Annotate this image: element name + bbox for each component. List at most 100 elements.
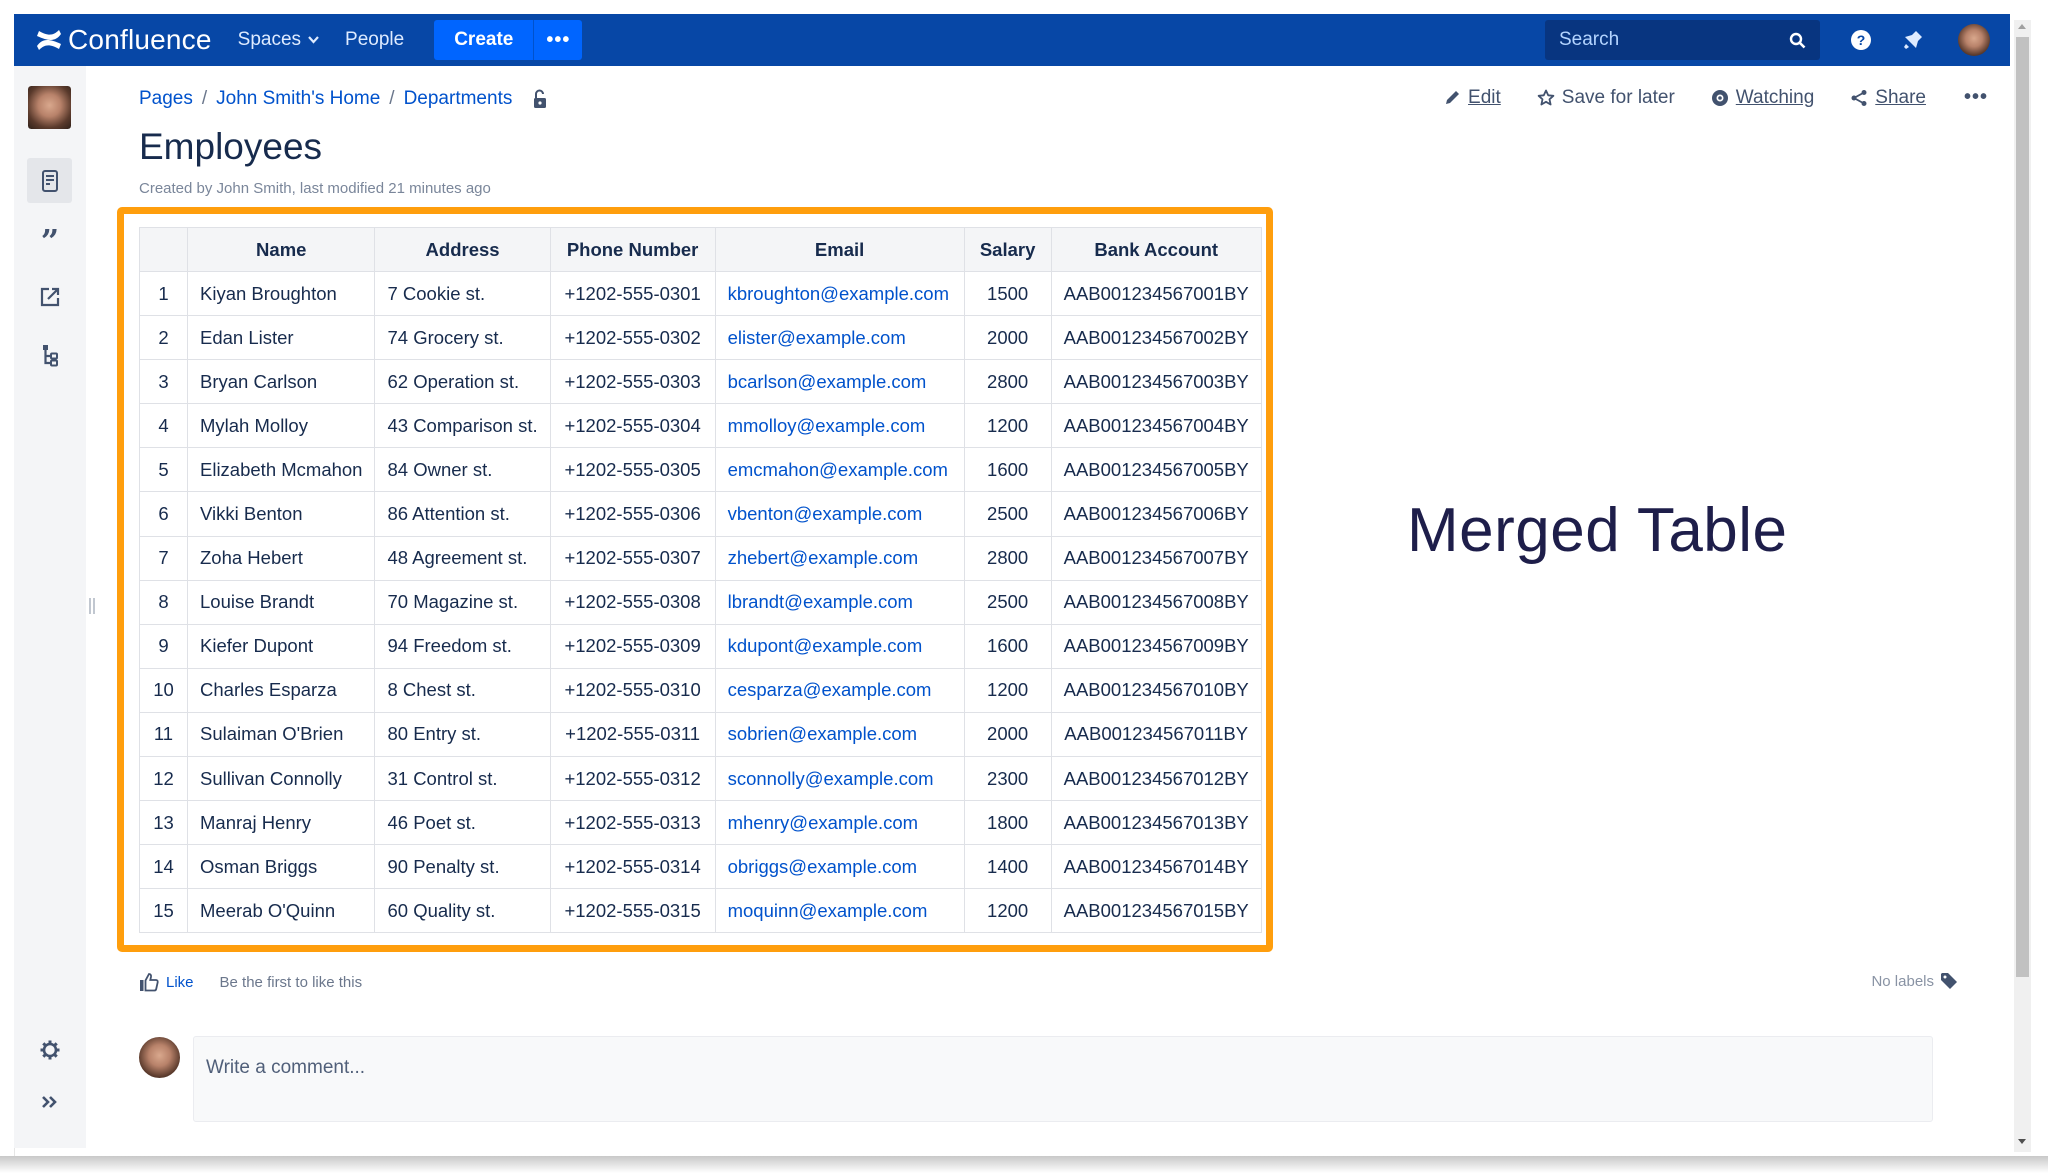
employee-address-cell: 94 Freedom st.	[374, 623, 551, 669]
sidebar-item-shortcuts[interactable]	[27, 274, 72, 319]
employee-phone-cell: +1202-555-0314	[549, 844, 716, 890]
scroll-up-arrow-icon[interactable]	[2018, 24, 2026, 29]
like-button[interactable]: Like	[139, 972, 194, 992]
email-link[interactable]: sconnolly@example.com	[728, 768, 934, 789]
employee-address-cell: 62 Operation st.	[374, 359, 551, 405]
table-row: 1 Kiyan Broughton 7 Cookie st. +1202-555-03…	[139, 270, 1262, 317]
column-header-name[interactable]: Name	[186, 227, 376, 272]
table-row: 7 Zoha Hebert 48 Agreement st. +1202-555-03…	[139, 535, 1262, 581]
share-icon	[1851, 89, 1867, 106]
employee-name-cell: Sullivan Connolly	[186, 756, 376, 802]
employee-bank-account-cell: AAB001234567013BY	[1050, 800, 1262, 846]
tag-icon[interactable]	[1940, 972, 1958, 990]
employee-salary-cell: 1200	[963, 667, 1052, 713]
employee-email-cell: mhenry@example.com	[714, 800, 965, 846]
column-header-email[interactable]: Email	[714, 227, 965, 272]
employee-name-cell: Sulaiman O'Brien	[186, 711, 376, 758]
space-settings-button[interactable]	[27, 1030, 72, 1070]
sidebar-item-blog[interactable]: ”	[27, 216, 72, 261]
employee-bank-account-cell: AAB001234567005BY	[1050, 447, 1262, 493]
table-header-row: Name Address Phone Number Email Salary B…	[139, 227, 1262, 272]
email-link[interactable]: cesparza@example.com	[728, 679, 932, 700]
gear-icon	[40, 1040, 59, 1060]
share-label: Share	[1875, 86, 1926, 108]
breadcrumb-home[interactable]: John Smith's Home	[216, 88, 380, 110]
share-button[interactable]: Share	[1850, 87, 1926, 109]
scroll-thumb[interactable]	[2016, 37, 2029, 977]
employee-bank-account-cell: AAB001234567001BY	[1050, 270, 1262, 317]
employee-name-cell: Edan Lister	[186, 315, 376, 361]
like-row: Like Be the first to like this	[139, 972, 362, 992]
sidebar-item-page-tree[interactable]	[27, 332, 72, 377]
user-avatar[interactable]	[1958, 24, 1990, 56]
employee-salary-cell: 1200	[963, 403, 1052, 449]
email-link[interactable]: bcarlson@example.com	[728, 371, 927, 392]
email-link[interactable]: mhenry@example.com	[728, 812, 918, 833]
email-link[interactable]: sobrien@example.com	[728, 723, 917, 744]
email-link[interactable]: vbenton@example.com	[728, 503, 923, 524]
column-header-phone[interactable]: Phone Number	[549, 227, 716, 272]
employee-name-cell: Louise Brandt	[186, 579, 376, 625]
email-link[interactable]: kbroughton@example.com	[728, 283, 949, 304]
chevron-down-icon	[308, 36, 319, 44]
help-icon[interactable]: ?	[1850, 29, 1872, 51]
breadcrumb-separator: /	[389, 88, 395, 109]
employee-salary-cell: 1600	[963, 447, 1052, 493]
sidebar-item-pages[interactable]	[27, 158, 72, 203]
confluence-logo-icon	[37, 30, 61, 50]
confluence-logo[interactable]: Confluence	[36, 24, 212, 56]
save-for-later-button[interactable]: Save for later	[1537, 87, 1675, 109]
email-link[interactable]: moquinn@example.com	[728, 900, 928, 921]
expand-sidebar-button[interactable]	[27, 1082, 72, 1122]
employee-phone-cell: +1202-555-0303	[549, 359, 716, 405]
employee-salary-cell: 2000	[963, 315, 1052, 361]
watching-button[interactable]: Watching	[1711, 87, 1814, 109]
email-link[interactable]: kdupont@example.com	[728, 635, 923, 656]
create-more-button[interactable]: •••	[534, 20, 583, 60]
scroll-down-arrow-icon[interactable]	[2018, 1139, 2026, 1144]
employee-address-cell: 60 Quality st.	[374, 888, 551, 934]
employee-salary-cell: 2500	[963, 491, 1052, 537]
sidebar-resize-handle[interactable]	[89, 598, 95, 614]
unlock-icon[interactable]	[532, 89, 548, 109]
column-header-address[interactable]: Address	[374, 227, 551, 272]
page-scrollbar[interactable]	[2014, 20, 2031, 1152]
column-header-salary[interactable]: Salary	[963, 227, 1052, 272]
comment-input[interactable]: Write a comment...	[193, 1036, 1933, 1122]
employee-name-cell: Meerab O'Quinn	[186, 888, 376, 934]
email-link[interactable]: emcmahon@example.com	[728, 459, 948, 480]
employee-phone-cell: +1202-555-0301	[549, 270, 716, 317]
edit-button[interactable]: Edit	[1443, 87, 1501, 109]
row-number-cell: 12	[139, 756, 188, 802]
employee-name-cell: Bryan Carlson	[186, 359, 376, 405]
breadcrumb-departments[interactable]: Departments	[404, 88, 513, 110]
email-link[interactable]: lbrandt@example.com	[728, 591, 913, 612]
table-row: 2 Edan Lister 74 Grocery st. +1202-555-0302…	[139, 315, 1262, 361]
create-button[interactable]: Create	[434, 20, 535, 60]
employee-bank-account-cell: AAB001234567004BY	[1050, 403, 1262, 449]
email-link[interactable]: zhebert@example.com	[728, 547, 919, 568]
email-link[interactable]: mmolloy@example.com	[728, 415, 926, 436]
employee-salary-cell: 1200	[963, 888, 1052, 934]
external-link-icon	[40, 287, 59, 306]
employee-email-cell: cesparza@example.com	[714, 667, 965, 713]
column-header-bank-account[interactable]: Bank Account	[1050, 227, 1262, 272]
people-link[interactable]: People	[345, 29, 404, 51]
email-link[interactable]: obriggs@example.com	[728, 856, 917, 877]
table-row: 4 Mylah Molloy 43 Comparison st. +1202-555-…	[139, 403, 1262, 449]
more-actions-button[interactable]: •••	[1964, 86, 1988, 109]
space-avatar[interactable]	[28, 86, 71, 129]
nav-right: Search ?	[1545, 14, 2010, 66]
breadcrumb-pages[interactable]: Pages	[139, 88, 193, 110]
search-input[interactable]: Search	[1545, 20, 1820, 60]
table-row: 6 Vikki Benton 86 Attention st. +1202-555-0…	[139, 491, 1262, 537]
spaces-menu[interactable]: Spaces	[238, 29, 319, 51]
notifications-icon[interactable]	[1902, 29, 1924, 51]
eye-icon	[1711, 89, 1728, 106]
employee-email-cell: elister@example.com	[714, 315, 965, 361]
email-link[interactable]: elister@example.com	[728, 327, 906, 348]
row-number-cell: 11	[139, 711, 188, 758]
column-header-number[interactable]	[139, 227, 188, 272]
employee-address-cell: 70 Magazine st.	[374, 579, 551, 625]
row-number-cell: 1	[139, 270, 188, 317]
